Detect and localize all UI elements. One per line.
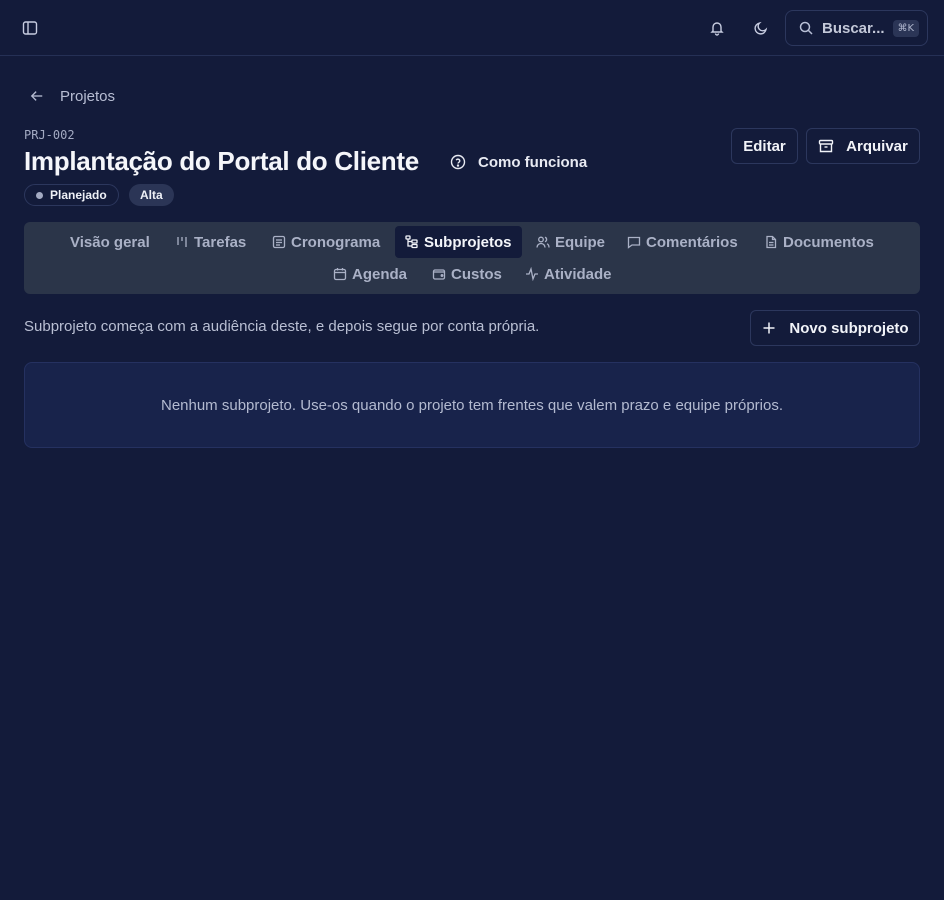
tab-team[interactable]: Equipe xyxy=(526,226,615,258)
tab-activity[interactable]: Atividade xyxy=(515,258,622,290)
help-circle-icon xyxy=(450,154,466,170)
tab-label: Equipe xyxy=(555,233,606,251)
users-icon xyxy=(536,236,550,248)
tab-tasks[interactable]: Tarefas xyxy=(165,226,256,258)
wallet-icon xyxy=(432,269,446,280)
activity-icon xyxy=(526,267,538,281)
edit-button-label: Editar xyxy=(743,137,786,155)
new-subproject-button[interactable]: Novo subprojeto xyxy=(750,310,920,346)
search-placeholder: Buscar... xyxy=(822,19,885,37)
tab-costs[interactable]: Custos xyxy=(422,258,512,290)
tab-label: Custos xyxy=(451,265,502,283)
search-icon xyxy=(799,21,813,35)
tab-label: Agenda xyxy=(352,265,408,283)
status-dot xyxy=(36,191,43,199)
how-it-works-button[interactable]: Como funciona xyxy=(450,151,587,173)
tree-icon xyxy=(405,235,418,249)
sidebar-toggle-icon[interactable] xyxy=(16,14,44,42)
kanban-icon xyxy=(177,237,187,247)
tab-label: Visão geral xyxy=(70,233,150,251)
top-bar: Buscar... ⌘K xyxy=(0,0,944,56)
tab-documents[interactable]: Documentos xyxy=(754,226,884,258)
archive-icon xyxy=(818,139,834,153)
tab-label: Atividade xyxy=(544,265,612,283)
plus-icon xyxy=(763,322,775,334)
back-link[interactable]: Projetos xyxy=(30,86,115,106)
status-badge: Planejado xyxy=(24,184,119,206)
list-icon xyxy=(272,235,286,249)
bell-icon[interactable] xyxy=(703,14,731,42)
edit-button[interactable]: Editar xyxy=(731,128,798,164)
project-code: PRJ-002 xyxy=(24,128,75,142)
tab-label: Documentos xyxy=(783,233,874,251)
priority-badge: Alta xyxy=(129,184,174,206)
tab-schedule[interactable]: Cronograma xyxy=(262,226,390,258)
tab-label: Cronograma xyxy=(291,233,381,251)
empty-state-message: Nenhum subprojeto. Use-os quando o proje… xyxy=(160,396,784,414)
how-it-works-label: Como funciona xyxy=(478,153,588,171)
file-icon xyxy=(766,235,777,249)
priority-label: Alta xyxy=(140,188,163,202)
new-subproject-label: Novo subprojeto xyxy=(789,319,909,337)
search-input[interactable]: Buscar... ⌘K xyxy=(785,10,928,46)
back-link-label: Projetos xyxy=(60,87,116,105)
calendar-icon xyxy=(333,268,347,281)
tab-subprojects[interactable]: Subprojetos xyxy=(395,226,522,258)
tab-comments[interactable]: Comentários xyxy=(617,226,748,258)
archive-button-label: Arquivar xyxy=(846,137,908,155)
message-icon xyxy=(627,236,641,249)
search-shortcut: ⌘K xyxy=(892,19,920,37)
subprojects-description: Subprojeto começa com a audiência deste,… xyxy=(24,318,540,335)
moon-icon[interactable] xyxy=(747,14,775,42)
arrow-left-icon xyxy=(30,91,43,101)
tab-agenda[interactable]: Agenda xyxy=(323,258,417,290)
tab-label: Tarefas xyxy=(194,233,247,251)
tab-overview[interactable]: Visão geral xyxy=(60,226,160,258)
tab-bar: Visão geral Tarefas Cronograma Subprojet… xyxy=(24,222,920,294)
empty-state: Nenhum subprojeto. Use-os quando o proje… xyxy=(24,362,920,448)
page-title: Implantação do Portal do Cliente xyxy=(24,146,419,176)
tab-label: Subprojetos xyxy=(424,233,512,251)
tab-label: Comentários xyxy=(646,233,738,251)
status-label: Planejado xyxy=(50,188,107,202)
archive-button[interactable]: Arquivar xyxy=(806,128,920,164)
